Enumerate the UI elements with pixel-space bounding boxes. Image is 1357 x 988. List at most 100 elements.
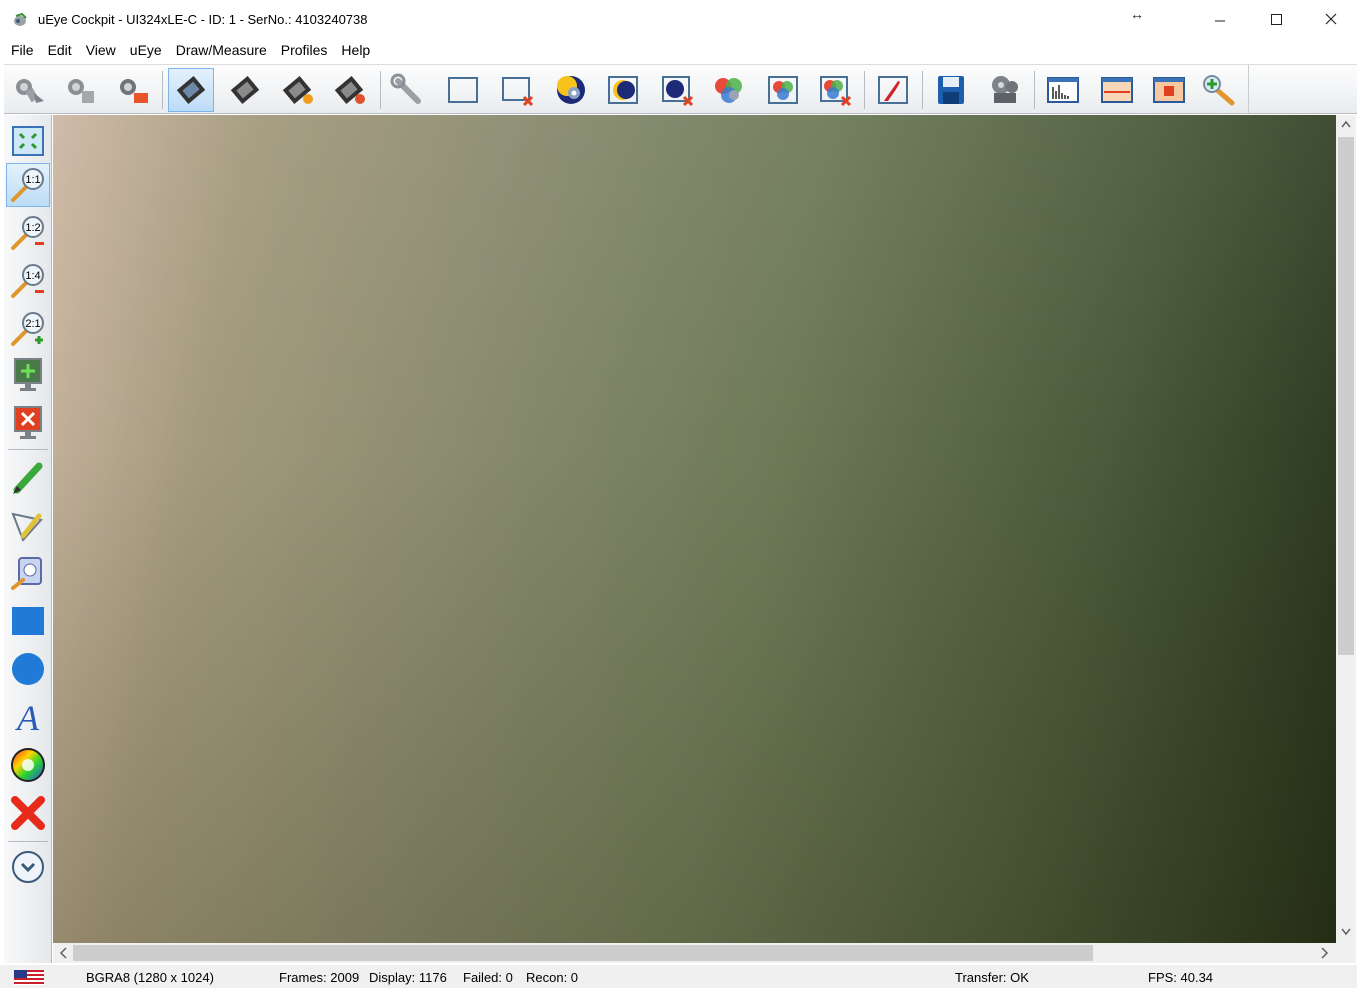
circle-icon xyxy=(12,653,44,685)
status-recon: Recon: 0 xyxy=(526,970,579,985)
camera-properties-button[interactable] xyxy=(386,68,432,112)
film-live-icon xyxy=(176,76,206,104)
film-stop-icon xyxy=(334,76,365,104)
exposure-reset-icon xyxy=(662,76,694,107)
white-balance-reset-button[interactable] xyxy=(812,68,858,112)
close-camera-button[interactable] xyxy=(110,68,156,112)
camera-image-viewport[interactable] xyxy=(53,115,1336,943)
live-video-button[interactable] xyxy=(168,68,214,112)
menu-ueye[interactable]: uEye xyxy=(123,40,169,62)
scroll-right-arrow[interactable] xyxy=(1321,947,1329,962)
save-image-button[interactable] xyxy=(928,68,974,112)
main-toolbar xyxy=(4,64,1357,114)
chevron-up-icon xyxy=(1341,120,1351,128)
window-title: uEye Cockpit - UI324xLE-C - ID: 1 - SerN… xyxy=(38,12,368,27)
monitor-fullscreen-icon xyxy=(14,358,42,391)
curve-icon xyxy=(11,557,42,590)
menu-file[interactable]: File xyxy=(4,40,41,62)
menu-edit[interactable]: Edit xyxy=(41,40,79,62)
zoom-1-2-button[interactable]: 1:2 xyxy=(6,211,50,255)
scroll-down-arrow[interactable] xyxy=(1341,927,1351,939)
draw-text-button[interactable]: A xyxy=(6,695,50,739)
horizontal-scrollbar[interactable] xyxy=(53,943,1336,963)
zoom-1-4-button[interactable]: 1:4 xyxy=(6,259,50,303)
monitor-close-icon xyxy=(14,406,42,439)
draw-rectangle-button[interactable] xyxy=(6,599,50,643)
film-reel-icon xyxy=(992,76,1018,103)
draw-curve-button[interactable] xyxy=(6,551,50,595)
menu-help[interactable]: Help xyxy=(334,40,377,62)
hotpixel-icon xyxy=(878,76,908,104)
auto-exposure-icon xyxy=(557,76,585,104)
color-wheel-icon xyxy=(11,748,45,782)
more-tools-button[interactable] xyxy=(6,845,50,889)
pencil-icon xyxy=(13,462,43,494)
zoom-1-4-icon: 1:4 xyxy=(11,264,44,298)
hotpixel-button[interactable] xyxy=(870,68,916,112)
status-frames: Frames: 2009 xyxy=(279,970,360,985)
menu-profiles[interactable]: Profiles xyxy=(274,40,335,62)
aoi-view-button[interactable] xyxy=(1146,68,1192,112)
menu-draw-measure[interactable]: Draw/Measure xyxy=(169,40,274,62)
fullscreen-button[interactable] xyxy=(6,353,50,397)
histogram-icon xyxy=(1047,77,1079,103)
aoi-reset-button[interactable] xyxy=(494,68,540,112)
maximize-button[interactable] xyxy=(1248,0,1304,38)
color-settings-button[interactable] xyxy=(706,68,752,112)
status-transfer: Transfer: OK xyxy=(955,970,1029,985)
draw-color-button[interactable] xyxy=(6,743,50,787)
zoom-2-1-button[interactable]: 2:1 xyxy=(6,307,50,351)
status-failed: Failed: 0 xyxy=(463,970,513,985)
white-balance-button[interactable] xyxy=(760,68,806,112)
zoom-2-1-label: 2:1 xyxy=(25,318,40,330)
record-stop-button[interactable] xyxy=(326,68,372,112)
text-a-label: A xyxy=(15,698,40,736)
open-camera-all-button[interactable] xyxy=(58,68,104,112)
zoom-tool-button[interactable] xyxy=(1196,68,1242,112)
film-snapshot-icon xyxy=(230,76,260,104)
aoi-reset-icon xyxy=(502,77,534,107)
horizontal-scroll-thumb[interactable] xyxy=(73,945,1093,961)
text-a-icon: A xyxy=(15,698,40,736)
title-bar: uEye Cockpit - UI324xLE-C - ID: 1 - SerN… xyxy=(0,0,1357,38)
auto-exposure-button[interactable] xyxy=(548,68,594,112)
open-camera-button[interactable] xyxy=(6,68,52,112)
fit-window-button[interactable] xyxy=(6,119,50,163)
vertical-scroll-thumb[interactable] xyxy=(1338,137,1354,655)
delete-drawing-button[interactable] xyxy=(6,791,50,835)
fullscreen-close-button[interactable] xyxy=(6,401,50,445)
minimize-button[interactable] xyxy=(1192,0,1248,38)
scroll-left-arrow[interactable] xyxy=(59,947,67,962)
polyline-pencil-icon xyxy=(11,512,43,542)
floppy-save-icon xyxy=(938,76,964,104)
scroll-corner xyxy=(1336,943,1356,963)
draw-polyline-button[interactable] xyxy=(6,503,50,547)
line-view-icon xyxy=(1101,77,1133,103)
zoom-1-1-icon: 1:1 xyxy=(11,168,44,202)
aoi-rectangle-icon xyxy=(448,77,478,103)
aoi-view-icon xyxy=(1153,77,1185,103)
close-button[interactable] xyxy=(1303,0,1357,38)
vertical-scrollbar[interactable] xyxy=(1336,115,1356,943)
image-shading xyxy=(53,115,1336,943)
exposure-moon-button[interactable] xyxy=(600,68,646,112)
exposure-reset-button[interactable] xyxy=(654,68,700,112)
draw-line-button[interactable] xyxy=(6,455,50,499)
close-icon xyxy=(1325,13,1337,25)
record-start-button[interactable] xyxy=(274,68,320,112)
video-reel-button[interactable] xyxy=(982,68,1028,112)
draw-circle-button[interactable] xyxy=(6,647,50,691)
line-view-button[interactable] xyxy=(1094,68,1140,112)
aoi-button[interactable] xyxy=(440,68,486,112)
menu-bar: File Edit View uEye Draw/Measure Profile… xyxy=(0,40,1357,62)
status-fps: FPS: 40.34 xyxy=(1148,970,1214,985)
zoom-1-4-label: 1:4 xyxy=(25,270,40,282)
chevron-right-icon xyxy=(1321,947,1329,959)
snapshot-button[interactable] xyxy=(222,68,268,112)
zoom-1-1-button[interactable]: 1:1 xyxy=(6,163,50,207)
menu-view[interactable]: View xyxy=(79,40,123,62)
histogram-button[interactable] xyxy=(1040,68,1086,112)
resize-arrows-icon: ↔ xyxy=(1130,6,1144,22)
chevron-circle-icon xyxy=(12,851,44,883)
scroll-up-arrow[interactable] xyxy=(1341,119,1351,131)
